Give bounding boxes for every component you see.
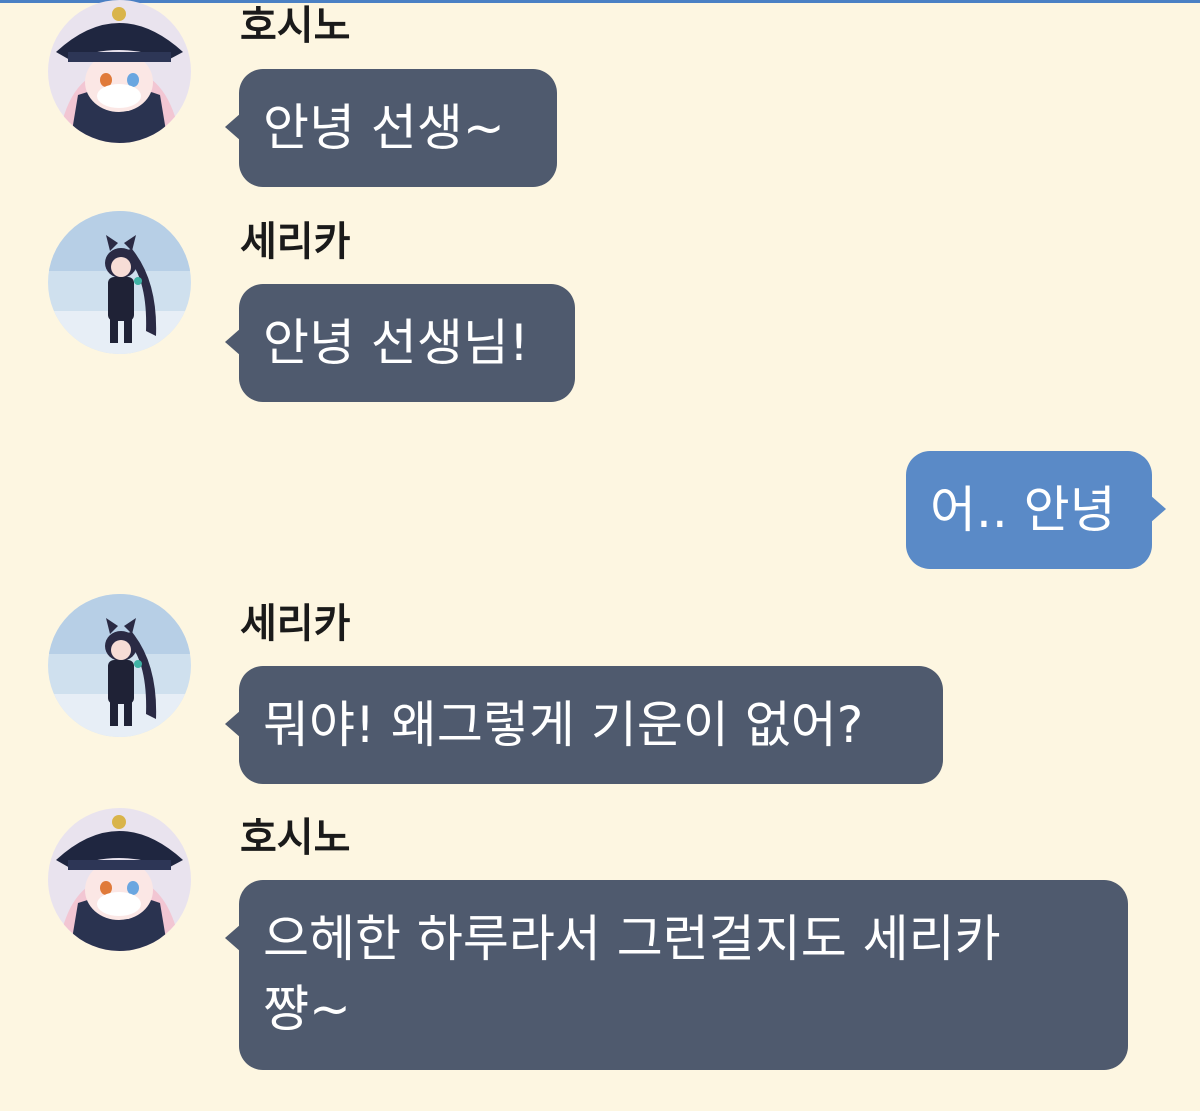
message-text: 안녕 선생~ xyxy=(263,99,505,157)
top-border xyxy=(0,0,1200,3)
message-bubble[interactable]: 으헤한 하루라서 그런걸지도 세리카 쨩~ xyxy=(225,880,1128,1070)
sender-name: 세리카 xyxy=(240,601,351,647)
outgoing-message-bubble[interactable]: 어.. 안녕 xyxy=(906,451,1166,569)
message-bubble[interactable]: 안녕 선생~ xyxy=(225,69,557,187)
message-bubble[interactable]: 안녕 선생님! xyxy=(225,284,575,402)
serika-avatar[interactable] xyxy=(48,594,191,737)
hoshino-avatar[interactable] xyxy=(48,808,191,951)
message-text: 어.. 안녕 xyxy=(930,481,1116,539)
serika-avatar[interactable] xyxy=(48,211,191,354)
message-bubble[interactable]: 뭐야! 왜그렇게 기운이 없어? xyxy=(225,666,943,784)
hoshino-avatar[interactable] xyxy=(48,0,191,143)
message-text: 안녕 선생님! xyxy=(263,314,529,372)
message-text: 으헤한 하루라서 그런걸지도 세리카 쨩~ xyxy=(263,910,1001,1038)
sender-name: 세리카 xyxy=(240,219,351,265)
sender-name: 호시노 xyxy=(240,815,351,861)
sender-name: 호시노 xyxy=(240,3,351,49)
message-text: 뭐야! 왜그렇게 기운이 없어? xyxy=(263,696,864,754)
